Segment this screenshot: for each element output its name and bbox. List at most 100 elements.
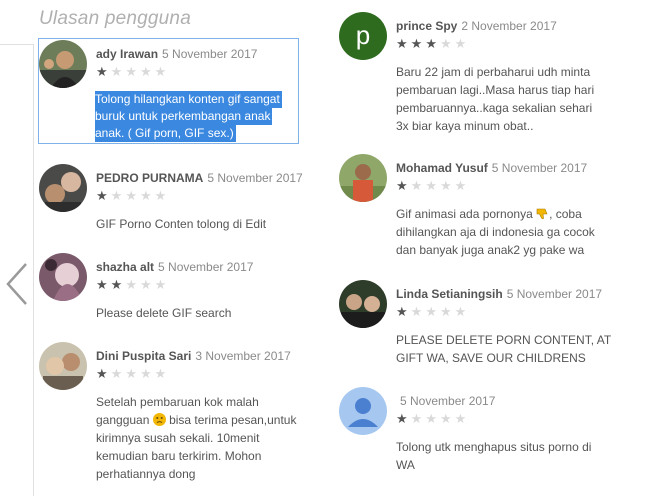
star-icon: ★ — [439, 411, 455, 426]
selected-review-text: Tolong hilangkan konten gif sangat buruk… — [95, 91, 282, 142]
review-card: p prince Spy 2 November 2017 ★★★★★ Baru 2… — [339, 12, 629, 142]
star-icon: ★ — [425, 304, 440, 319]
review-text-line: Setelah pembaruan kok malah — [96, 395, 259, 409]
star-icon: ★ — [396, 304, 411, 319]
review-text-line: PLEASE DELETE PORN CONTENT, AT — [396, 333, 612, 347]
star-rating: ★★★★★ — [396, 305, 469, 319]
star-icon: ★ — [139, 277, 155, 292]
review-text-line: Tolong hilangkan konten gif sangat — [95, 91, 282, 108]
review-text-line: perhatiannya dong — [96, 467, 196, 481]
review-text-line: kemudian baru terkirim. Mohon — [96, 449, 262, 463]
review-text-fragment: gangguan — [96, 413, 150, 427]
review-card: 5 November 2017 ★★★★★ Tolong utk menghap… — [339, 387, 629, 487]
star-icon: ★ — [410, 178, 426, 193]
review-text-line: kirimnya susah sekali. 10menit — [96, 431, 260, 445]
star-icon: ★ — [410, 36, 426, 51]
reviewer-name: ady Irawan — [96, 47, 159, 61]
review-text: Tolong utk menghapus situs porno di WA — [396, 438, 591, 474]
review-text-line: pembaruan lagi..Masa harus tiap hari — [396, 83, 595, 97]
star-icon: ★ — [425, 36, 440, 51]
star-icon: ★ — [125, 277, 140, 292]
review-text-fragment: bisa terima pesan,untuk — [169, 413, 297, 427]
review-text: Please delete GIF search — [96, 304, 231, 322]
star-icon: ★ — [410, 411, 426, 426]
previous-arrow-button[interactable] — [4, 262, 30, 306]
star-icon: ★ — [439, 304, 455, 319]
section-title: Ulasan pengguna — [39, 8, 191, 29]
star-icon: ★ — [110, 188, 126, 203]
review-text: Baru 22 jam di perbaharui udh minta pemb… — [396, 63, 594, 135]
review-text: Setelah pembaruan kok malah gangguan bis… — [96, 393, 296, 483]
reviewer-name: Dini Puspita Sari — [96, 349, 192, 363]
thumbs-down-icon — [536, 207, 549, 220]
star-icon: ★ — [439, 178, 455, 193]
reviewer-name: Linda Setianingsih — [396, 287, 503, 301]
review-date: 5 November 2017 — [162, 47, 258, 61]
star-icon: ★ — [125, 188, 140, 203]
review-text-line: pembaruannya..kaga sekalian sehari — [396, 101, 593, 115]
review-date: 3 November 2017 — [195, 349, 291, 363]
review-header: prince Spy 2 November 2017 — [396, 19, 557, 33]
reviewer-name: prince Spy — [396, 19, 458, 33]
star-rating: ★★★★★ — [96, 367, 169, 381]
star-rating: ★★★★★ — [396, 37, 469, 51]
review-header: PEDRO PURNAMA 5 November 2017 — [96, 171, 303, 185]
star-icon: ★ — [139, 64, 155, 79]
chevron-left-icon — [6, 263, 27, 305]
review-date: 5 November 2017 — [491, 161, 588, 175]
star-icon: ★ — [410, 304, 426, 319]
star-icon: ★ — [154, 277, 170, 292]
star-icon: ★ — [425, 411, 440, 426]
section-divider — [0, 44, 34, 45]
star-icon: ★ — [125, 366, 140, 381]
review-date: 5 November 2017 — [400, 394, 496, 408]
star-icon: ★ — [396, 178, 411, 193]
review-card: Mohamad Yusuf 5 November 2017 ★★★★★ Gif a… — [339, 154, 629, 264]
review-text-line: Please delete GIF search — [96, 306, 232, 320]
star-icon: ★ — [454, 411, 470, 426]
review-text-line: dihilangkan aja di indonesia ga cocok — [396, 225, 595, 239]
review-text-line: GIFT WA, SAVE OUR CHILDRENS — [396, 351, 586, 365]
review-text-line: buruk untuk perkembangan anak — [95, 108, 273, 125]
star-icon: ★ — [396, 411, 411, 426]
review-card: PEDRO PURNAMA 5 November 2017 ★★★★★ GIF P… — [39, 164, 303, 244]
star-rating: ★★★★★ — [396, 179, 469, 193]
star-icon: ★ — [454, 304, 470, 319]
default-user-icon — [339, 387, 387, 435]
column-divider — [33, 44, 34, 496]
review-text-line: gangguan bisa terima pesan,untuk — [96, 411, 296, 429]
review-card: Dini Puspita Sari 3 November 2017 ★★★★★ S… — [39, 342, 319, 492]
star-icon: ★ — [396, 36, 411, 51]
review-text-line: dan banyak juga anak2 yg pake wa — [396, 243, 585, 257]
star-icon: ★ — [139, 188, 155, 203]
star-icon: ★ — [125, 64, 140, 79]
review-card: shazha alt 5 November 2017 ★★★★★ Please d… — [39, 253, 297, 333]
star-icon: ★ — [96, 366, 111, 381]
star-icon: ★ — [139, 366, 155, 381]
reviewer-name: Mohamad Yusuf — [396, 161, 488, 175]
review-text-line: Baru 22 jam di perbaharui udh minta — [396, 65, 591, 79]
avatar — [339, 154, 387, 202]
star-icon: ★ — [96, 188, 111, 203]
avatar — [39, 164, 87, 212]
star-icon: ★ — [110, 277, 126, 292]
avatar — [339, 387, 387, 435]
avatar — [39, 253, 87, 301]
review-header: shazha alt 5 November 2017 — [96, 260, 253, 274]
reviewer-name: shazha alt — [96, 260, 155, 274]
star-rating: ★★★★★ — [396, 412, 469, 426]
review-header: Mohamad Yusuf 5 November 2017 — [396, 161, 587, 175]
review-text-line: 3x biar kaya minum obat.. — [396, 119, 534, 133]
review-text-line: GIF Porno Conten tolong di Edit — [96, 217, 267, 231]
star-rating: ★★★★★ — [96, 278, 169, 292]
review-date: 5 November 2017 — [207, 171, 303, 185]
review-text-line: Gif animasi ada pornonya , coba — [396, 205, 595, 223]
review-date: 5 November 2017 — [158, 260, 254, 274]
review-header: ady Irawan 5 November 2017 — [96, 47, 257, 61]
reviewer-name: PEDRO PURNAMA — [96, 171, 204, 185]
avatar — [39, 342, 87, 390]
review-text: PLEASE DELETE PORN CONTENT, AT GIFT WA, … — [396, 331, 611, 367]
review-date: 2 November 2017 — [461, 19, 557, 33]
star-icon: ★ — [96, 64, 111, 79]
star-icon: ★ — [154, 64, 170, 79]
